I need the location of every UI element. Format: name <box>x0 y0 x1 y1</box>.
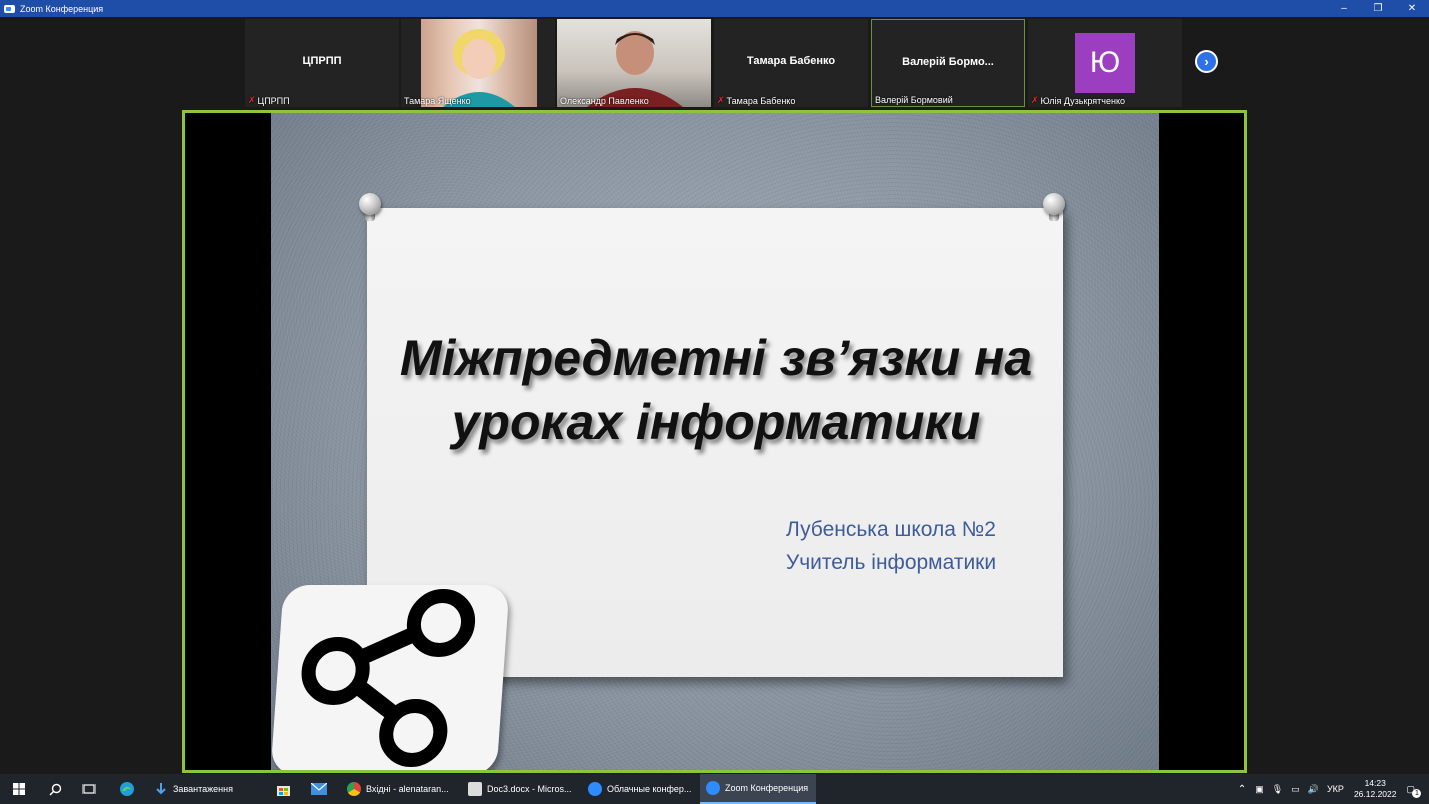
taskbar-app-chrome[interactable]: Вхідні - alenataran... <box>341 774 459 804</box>
taskbar-app-label: Doc3.docx - Micros... <box>487 784 572 794</box>
slide-title-line: уроках інформатики <box>451 394 981 450</box>
chrome-icon <box>347 782 361 796</box>
participant-tile[interactable]: ЦПРПП ✗ ЦПРПП <box>245 19 399 107</box>
slide-title-line: Міжпредметні зв’язки на <box>399 330 1033 386</box>
zoom-icon <box>706 781 720 795</box>
microphone-icon[interactable]: 🎙 <box>1272 784 1283 795</box>
clock-time: 14:23 <box>1364 778 1386 788</box>
participant-label: Олександр Павленко <box>560 96 649 106</box>
word-icon <box>468 782 482 796</box>
network-icon[interactable]: ▭ <box>1291 784 1300 795</box>
notifications-icon[interactable]: ▢ 1 <box>1406 784 1422 798</box>
slide-subtitle: Лубенська школа №2 Учитель інформатики <box>741 513 1041 579</box>
participant-label-text: Олександр Павленко <box>560 96 649 106</box>
slide-subtitle-line: Лубенська школа №2 <box>786 518 996 541</box>
taskbar-app-label: Zoom Конференция <box>725 783 809 793</box>
mic-muted-icon: ✗ <box>1031 95 1039 105</box>
slide-title: Міжпредметні зв’язки на уроках інформати… <box>381 326 1051 454</box>
participant-label: Валерій Бормовий <box>875 95 953 105</box>
taskbar-app-label: Вхідні - alenataran... <box>366 784 449 794</box>
taskbar-app-word[interactable]: Doc3.docx - Micros... <box>462 774 580 804</box>
mic-muted-icon: ✗ <box>717 95 725 105</box>
clock[interactable]: 14:23 26.12.2022 <box>1354 778 1397 800</box>
share-glyph-icon <box>301 589 476 767</box>
window-title: Zoom Конференция <box>20 3 104 14</box>
edge-browser-icon[interactable] <box>116 774 138 804</box>
notification-count: 1 <box>1412 788 1422 798</box>
participant-tile[interactable]: Тамара Ященко <box>401 19 555 107</box>
participant-label-text: Тамара Бабенко <box>726 95 796 106</box>
participant-name-large: Тамара Бабенко <box>746 55 836 67</box>
pushpin-icon <box>1043 193 1065 223</box>
participant-label: ✗ ЦПРПП <box>248 95 290 106</box>
participant-label-text: ЦПРПП <box>257 95 290 106</box>
participant-label-text: Валерій Бормовий <box>875 95 953 105</box>
windows-taskbar: Завантаження Вхідні - alenataran... Doc3… <box>0 774 1429 804</box>
taskbar-app-downloads[interactable]: Завантаження <box>148 774 266 804</box>
download-icon <box>156 783 166 795</box>
participant-tile[interactable]: Олександр Павленко <box>557 19 711 107</box>
participant-video <box>557 19 711 107</box>
mic-muted-icon: ✗ <box>248 95 256 105</box>
participant-tile[interactable]: Ю ✗ Юлія Дузькрятченко <box>1028 19 1182 107</box>
participant-label: Тамара Ященко <box>404 96 471 106</box>
taskbar-app-label: Облачные конфер... <box>607 784 692 794</box>
mail-icon[interactable] <box>308 774 330 804</box>
store-icon[interactable] <box>272 774 294 804</box>
pushpin-icon <box>359 193 381 223</box>
shared-screen: Міжпредметні зв’язки на уроках інформати… <box>182 110 1247 773</box>
taskbar-app-label: Завантаження <box>173 784 233 794</box>
share-icon <box>270 585 510 770</box>
person-video-image <box>587 31 683 107</box>
language-indicator[interactable]: УКР <box>1327 784 1344 794</box>
clock-date: 26.12.2022 <box>1353 789 1397 799</box>
zoom-logo-icon <box>4 4 15 13</box>
volume-icon[interactable]: 🔊 <box>1308 784 1319 795</box>
close-button[interactable]: ✕ <box>1395 3 1429 14</box>
restore-button[interactable]: ❐ <box>1361 3 1395 14</box>
participant-gallery: ЦПРПП ✗ ЦПРПП Тамара Ященко Олександр Па… <box>0 17 1429 109</box>
participant-tile-active-speaker[interactable]: Валерій Бормо... Валерій Бормовий <box>871 19 1025 107</box>
windows-start-icon[interactable] <box>8 774 30 804</box>
minimize-button[interactable]: – <box>1327 3 1361 14</box>
zoom-icon <box>588 782 602 796</box>
participant-label-text: Тамара Ященко <box>404 96 471 106</box>
slide-subtitle-line: Учитель інформатики <box>785 551 997 574</box>
meet-now-icon[interactable]: ▣ <box>1255 784 1264 795</box>
person-video-image <box>443 29 515 107</box>
participant-video <box>421 19 537 107</box>
participant-label: ✗ Юлія Дузькрятченко <box>1031 95 1125 106</box>
participant-avatar: Ю <box>1075 33 1135 93</box>
participant-label: ✗ Тамара Бабенко <box>717 95 795 106</box>
task-view-icon[interactable] <box>78 774 100 804</box>
participant-name-large: Валерій Бормо... <box>902 56 994 68</box>
taskbar-app-zoom-cloud[interactable]: Облачные конфер... <box>582 774 696 804</box>
participant-name-large: ЦПРПП <box>302 55 342 67</box>
title-bar: Zoom Конференция – ❐ ✕ <box>0 0 1429 17</box>
participant-label-text: Юлія Дузькрятченко <box>1040 95 1126 106</box>
search-icon[interactable] <box>44 774 66 804</box>
next-page-icon[interactable]: › <box>1195 50 1218 73</box>
system-tray: ⌃ ▣ 🎙 ▭ 🔊 УКР 14:23 26.12.2022 ▢ 1 <box>1238 774 1429 804</box>
chevron-up-icon[interactable]: ⌃ <box>1238 784 1246 795</box>
participant-tile[interactable]: Тамара Бабенко ✗ Тамара Бабенко <box>714 19 868 107</box>
taskbar-app-zoom-conference[interactable]: Zoom Конференция <box>700 774 816 804</box>
